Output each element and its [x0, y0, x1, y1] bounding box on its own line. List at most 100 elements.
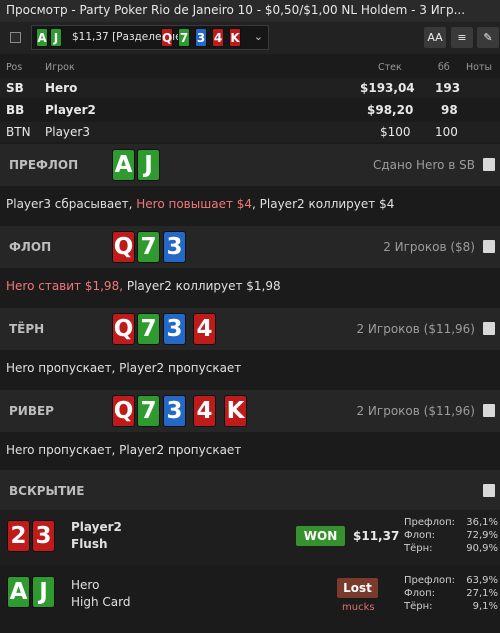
equity-label: Префлоп: [404, 517, 455, 528]
street-preflop: ПРЕФЛОП A J Сдано Hero в SB [0, 144, 500, 186]
chevron-down-icon: ⌄ [253, 30, 263, 43]
col-player: Игрок [45, 62, 75, 73]
row-player: Player3 [45, 125, 90, 139]
select-checkbox[interactable] [10, 32, 21, 43]
card: 7 [137, 231, 160, 263]
action-text: Player2 коллирует $1,98 [123, 279, 281, 293]
showdown-hand: Flush [71, 537, 108, 551]
card: 3 [163, 231, 186, 263]
note-icon[interactable] [483, 484, 495, 497]
river-actions: Hero пропускает, Player2 пропускает [6, 443, 242, 457]
row-bb: 98 [441, 103, 458, 117]
equity-row: Тёрн: 90,9% [404, 543, 498, 555]
equity-label: Тёрн: [404, 601, 433, 612]
card: Q [112, 395, 135, 427]
row-player: Hero [45, 81, 78, 95]
showdown-hand: High Card [71, 595, 131, 609]
row-pos: BTN [6, 125, 31, 139]
won-amount: $11,37 [353, 529, 400, 543]
col-stack: Стек [378, 62, 402, 73]
street-info: 2 Игроков ($8) [383, 240, 475, 254]
street-info: 2 Игроков ($11,96) [356, 322, 475, 336]
equity-row: Флоп: 72,9% [404, 530, 498, 542]
col-bb: бб [438, 62, 450, 73]
note-icon[interactable] [483, 240, 495, 253]
row-bb: 193 [435, 81, 461, 95]
street-river: РИВЕР Q 7 3 4 K 2 Игроков ($11,96) [0, 390, 500, 432]
showdown-player: Player2 [71, 520, 122, 534]
players-table-header: Pos Игрок Стек бб Ноты [0, 58, 500, 76]
card: J [137, 149, 160, 181]
equity-value: 27,1% [466, 588, 498, 599]
equity-label: Тёрн: [404, 543, 433, 554]
note-icon[interactable] [483, 404, 495, 417]
street-showdown: ВСКРЫТИЕ [0, 470, 500, 512]
row-player: Player2 [45, 103, 96, 117]
list-view-button[interactable]: ≡ [451, 27, 473, 48]
equity-row: Тёрн: 9,1% [404, 601, 498, 613]
hero-action-text: Hero ставит $1,98, [6, 279, 124, 293]
equity-label: Флоп: [404, 530, 436, 541]
street-label: ВСКРЫТИЕ [9, 484, 85, 498]
card: 4 [193, 395, 216, 427]
equity-label: Флоп: [404, 588, 436, 599]
hero-action-text: Hero повышает $4 [136, 197, 253, 211]
equity-row: Префлоп: 63,9% [404, 575, 498, 587]
row-stack: $193,04 [360, 81, 415, 95]
table-row[interactable]: BB Player2 $98,20 98 [0, 100, 500, 120]
action-text: , Player2 коллирует $4 [252, 197, 395, 211]
card: J [32, 576, 55, 608]
street-info: 2 Игроков ($11,96) [356, 404, 475, 418]
equity-value: 72,9% [466, 530, 498, 541]
mini-card: K [229, 28, 241, 47]
action-text: Player3 сбрасывает, [6, 197, 137, 211]
equity-value: 9,1% [472, 601, 498, 612]
showdown-player: Hero [71, 578, 100, 592]
mini-card: A [36, 28, 48, 47]
row-pos: BB [6, 103, 25, 117]
edit-button[interactable]: ✎ [477, 27, 499, 48]
note-icon[interactable] [483, 322, 495, 335]
street-label: ТЁРН [9, 322, 45, 336]
equity-value: 90,9% [466, 543, 498, 554]
equity-row: Флоп: 27,1% [404, 588, 498, 600]
equity-row: Префлоп: 36,1% [404, 517, 498, 529]
won-badge: WON [296, 526, 345, 546]
font-size-button[interactable]: AA [424, 27, 446, 48]
card: 3 [163, 395, 186, 427]
turn-actions: Hero пропускает, Player2 пропускает [6, 361, 242, 375]
table-row[interactable]: SB Hero $193,04 193 [0, 78, 500, 98]
showdown-row: A J Hero High Card Lost mucks Префлоп: 63… [0, 567, 500, 622]
row-stack: $98,20 [367, 103, 414, 117]
card: A [112, 149, 135, 181]
mini-card: 4 [212, 28, 224, 47]
street-label: РИВЕР [9, 404, 54, 418]
street-label: ПРЕФЛОП [9, 158, 79, 172]
card: K [224, 395, 247, 427]
card: Q [112, 313, 135, 345]
card: 7 [137, 313, 160, 345]
mini-card: 3 [195, 28, 207, 47]
street-flop: ФЛОП Q 7 3 2 Игроков ($8) [0, 226, 500, 268]
flop-actions: Hero ставит $1,98, Player2 коллирует $1,… [0, 268, 500, 306]
card: Q [112, 231, 135, 263]
street-turn: ТЁРН Q 7 3 4 2 Игроков ($11,96) [0, 308, 500, 350]
showdown-row: 2 3 Player2 Flush WON $11,37 Префлоп: 36,… [0, 510, 500, 565]
card: A [7, 576, 30, 608]
col-notes: Ноты [466, 62, 492, 73]
col-pos: Pos [6, 62, 23, 73]
street-info: Сдано Hero в SB [373, 158, 475, 172]
mini-card: 7 [178, 28, 190, 47]
mini-card: Q [161, 28, 173, 47]
row-pos: SB [6, 81, 24, 95]
equity-value: 63,9% [466, 575, 498, 586]
note-icon[interactable] [483, 158, 495, 171]
row-stack: $100 [380, 125, 411, 139]
equity-value: 36,1% [466, 517, 498, 528]
preflop-actions: Player3 сбрасывает, Hero повышает $4, Pl… [0, 186, 500, 224]
hand-selector-dropdown[interactable]: A J $11,37 [Разделение] Q 7 3 4 K ⌄ [31, 25, 269, 50]
table-row[interactable]: BTN Player3 $100 100 [0, 122, 500, 142]
card: 3 [32, 520, 55, 552]
card: 3 [163, 313, 186, 345]
window-title: Просмотр - Party Poker Rio de Janeiro 10… [0, 0, 500, 22]
